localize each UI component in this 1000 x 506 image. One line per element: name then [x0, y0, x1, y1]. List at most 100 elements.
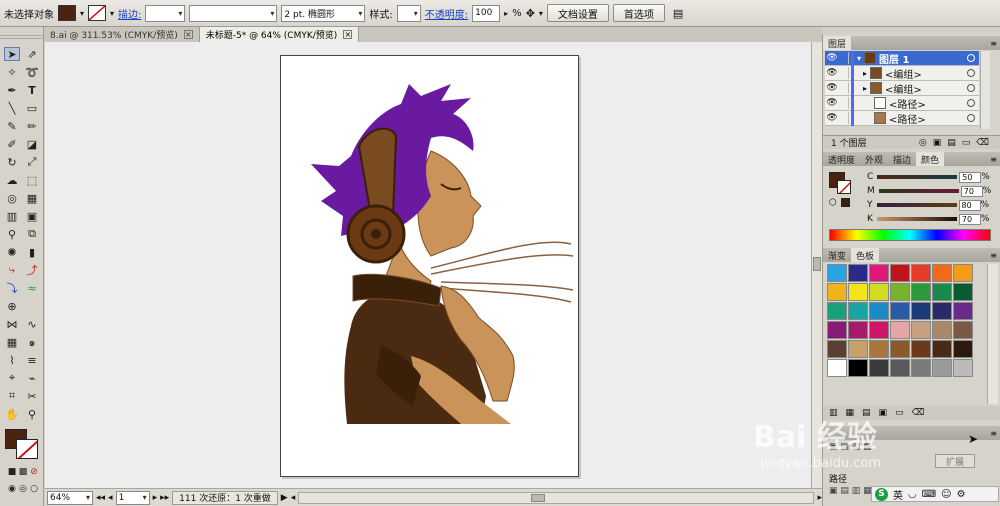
rotate-tool-icon[interactable]: ↻	[4, 155, 20, 169]
color-swatch[interactable]	[890, 321, 910, 339]
mesh-tool-icon[interactable]: ⋈	[4, 317, 20, 331]
measure-tool-icon[interactable]: ⌖	[4, 371, 20, 385]
spiral-tool-icon[interactable]: ๑	[24, 335, 40, 349]
ime-language[interactable]: 英	[893, 487, 903, 502]
paintbrush-tool-icon[interactable]: ✎	[4, 119, 20, 133]
document-setup-button[interactable]: 文档设置	[546, 4, 609, 22]
draw-inside-icon[interactable]: ○	[26, 482, 42, 496]
grid-tool-icon[interactable]: ▦	[4, 335, 20, 349]
eraser-tool-icon[interactable]: ◪	[24, 137, 40, 151]
color-spectrum[interactable]	[829, 229, 991, 241]
slider-black[interactable]: K 70 %	[867, 213, 999, 225]
opacity-link[interactable]: 不透明度:	[425, 6, 468, 21]
ime-toolbar[interactable]: S 英 ◡ ⌨ ☺ ⚙	[871, 486, 999, 502]
page-dropdown[interactable]: 1 ▾	[115, 490, 150, 505]
cube-icon[interactable]: ⬡	[829, 198, 837, 208]
layers-scrollbar[interactable]	[980, 51, 990, 129]
eye-icon[interactable]: 👁	[825, 68, 839, 78]
color-swatch[interactable]	[848, 302, 868, 320]
prev-page-icon[interactable]: ◂	[108, 493, 113, 503]
variable-width-dropdown[interactable]: ▾	[189, 4, 278, 22]
eye-icon[interactable]: 👁	[825, 98, 839, 108]
next-page-icon[interactable]: ▸	[153, 493, 158, 503]
graph-tool-icon[interactable]: ⌇	[4, 353, 20, 367]
toolbar-grip[interactable]	[0, 35, 44, 39]
color-swatch[interactable]	[911, 359, 931, 377]
live-paint-tool-icon[interactable]: ▦	[24, 191, 40, 205]
color-swatch[interactable]	[890, 302, 910, 320]
tab-gradient[interactable]: 渐变	[823, 248, 851, 262]
new-color-group-icon[interactable]: ▣	[879, 408, 888, 418]
channel-value[interactable]: 70	[960, 185, 983, 197]
color-swatch[interactable]	[848, 340, 868, 358]
slider-cyan[interactable]: C 50 %	[867, 171, 999, 183]
canvas-area[interactable]	[45, 42, 822, 488]
opacity-input[interactable]: 100	[472, 4, 501, 22]
scroll-thumb[interactable]	[813, 257, 821, 271]
width-tool-icon[interactable]: ⤵	[4, 281, 20, 295]
color-swatch[interactable]	[932, 321, 952, 339]
slider-magenta[interactable]: M 70 %	[867, 185, 999, 197]
panel-menu-icon[interactable]: ≡	[990, 251, 997, 260]
color-swatch[interactable]	[911, 283, 931, 301]
scissors-tool-icon[interactable]: ✂	[24, 389, 40, 403]
chevron-down-icon[interactable]: ▾	[110, 9, 114, 18]
warp-variant-tool-icon[interactable]: ≈	[24, 281, 40, 295]
tab-appearance[interactable]: 外观	[860, 152, 888, 166]
target-icon[interactable]	[967, 84, 975, 92]
ime-settings-icon[interactable]: ⚙	[957, 489, 966, 500]
eye-icon[interactable]: 👁	[825, 113, 839, 123]
punctuation-icon[interactable]: ◡	[908, 489, 917, 500]
blend-tool-icon[interactable]: ⧉	[24, 227, 40, 241]
ime-user-icon[interactable]: ☺	[941, 489, 951, 500]
lasso-tool-icon[interactable]: ➰	[24, 65, 40, 79]
color-swatch[interactable]	[848, 321, 868, 339]
tab-color[interactable]: 颜色	[916, 152, 945, 166]
stroke-swatch[interactable]	[16, 439, 38, 459]
color-swatch[interactable]	[932, 264, 952, 282]
fill-color-swatch[interactable]	[58, 5, 76, 21]
direct-selection-tool-icon[interactable]: ⇗	[24, 47, 40, 61]
color-swatch[interactable]	[890, 283, 910, 301]
pen-tool-icon[interactable]: ✒	[4, 83, 20, 97]
color-swatch[interactable]	[953, 359, 973, 377]
warp-tool-icon[interactable]: ☁	[4, 173, 20, 187]
none-mode-icon[interactable]: ⊘	[26, 465, 42, 479]
color-swatch[interactable]	[827, 340, 847, 358]
recolor-icon[interactable]: ✥	[526, 7, 535, 20]
color-swatch[interactable]	[911, 321, 931, 339]
magic-wand-tool-icon[interactable]: ✧	[4, 65, 20, 79]
crop-tool-icon[interactable]: ⌗	[4, 389, 20, 403]
slider-track[interactable]	[878, 189, 959, 193]
color-swatch[interactable]	[827, 264, 847, 282]
eye-icon[interactable]: 👁	[825, 83, 839, 93]
perspective-grid-tool-icon[interactable]: ▥	[4, 209, 20, 223]
color-swatch[interactable]	[869, 283, 889, 301]
slider-track[interactable]	[876, 217, 957, 221]
preferences-button[interactable]: 首选项	[612, 4, 665, 22]
chevron-right-icon[interactable]: ▸	[504, 9, 508, 18]
panel-menu-icon[interactable]: ≡	[990, 155, 997, 164]
channel-value[interactable]: 50	[959, 171, 982, 183]
pencil-tool-icon[interactable]: ✏	[24, 119, 40, 133]
slice-tool-icon[interactable]: ⤴	[24, 263, 40, 277]
slider-track[interactable]	[877, 175, 958, 179]
slider-track[interactable]	[876, 203, 957, 207]
delete-swatch-icon[interactable]: ⌫	[912, 408, 925, 418]
horizontal-scrollbar[interactable]	[298, 491, 815, 504]
channel-value[interactable]: 80	[958, 199, 981, 211]
stroke-link[interactable]: 描边:	[118, 6, 141, 21]
color-swatch[interactable]	[869, 340, 889, 358]
color-swatch[interactable]	[953, 321, 973, 339]
tab-layers[interactable]: 图层	[823, 36, 852, 50]
target-icon[interactable]	[967, 99, 975, 107]
last-color-swatch[interactable]	[841, 198, 850, 207]
list-tool-icon[interactable]: ≡	[24, 353, 40, 367]
color-swatch[interactable]	[827, 359, 847, 377]
color-swatch[interactable]	[848, 283, 868, 301]
artboard-tool-icon[interactable]: ⤷	[4, 263, 20, 277]
layer-row-group[interactable]: 👁 ▸ <编组>	[825, 65, 979, 81]
new-swatch-icon[interactable]: ▭	[895, 408, 904, 418]
color-swatch[interactable]	[890, 340, 910, 358]
layer-row-path[interactable]: 👁 <路径>	[825, 110, 979, 126]
